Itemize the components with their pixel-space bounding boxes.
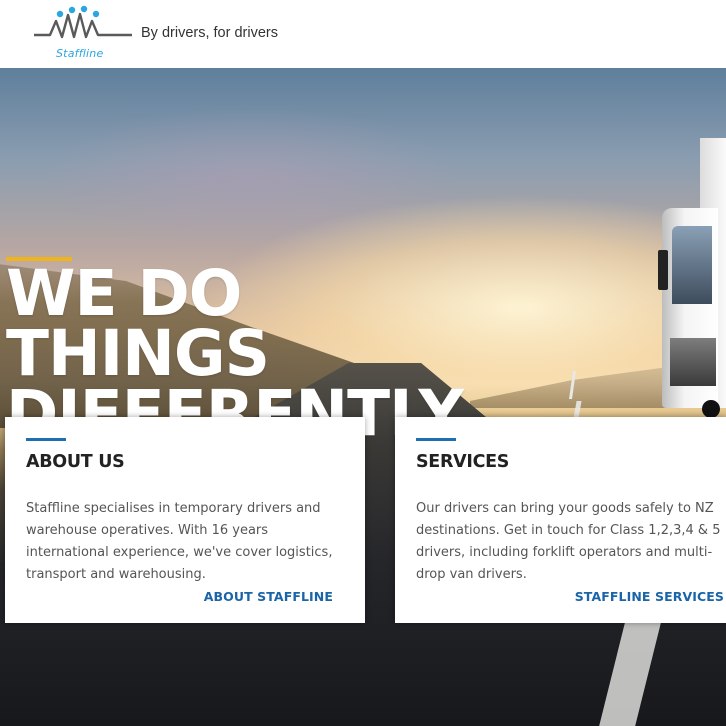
- card-body: Our drivers can bring your goods safely …: [416, 501, 721, 582]
- card-title: ABOUT US: [26, 452, 125, 472]
- staffline-services-link[interactable]: STAFFLINE SERVICES: [575, 589, 724, 604]
- card-body: Staffline specialises in temporary drive…: [26, 501, 333, 582]
- truck-image: [658, 138, 726, 418]
- about-us-card: ABOUT US Staffline specialises in tempor…: [5, 417, 365, 623]
- site-header: Staffline By drivers, for drivers: [0, 0, 726, 68]
- site-tagline: By drivers, for drivers: [141, 25, 278, 41]
- logo-wordmark: Staffline: [56, 47, 104, 60]
- card-accent-bar: [416, 438, 456, 441]
- headline-line-1: WE DO: [6, 257, 242, 330]
- headline-line-2: THINGS: [6, 317, 270, 390]
- staffline-logo[interactable]: Staffline: [32, 4, 140, 62]
- card-accent-bar: [26, 438, 66, 441]
- logo-heartbeat-icon: [34, 5, 132, 39]
- about-staffline-link[interactable]: ABOUT STAFFLINE: [204, 589, 333, 604]
- hero-banner: WE DO THINGS DIFFERENTLY ABOUT US Staffl…: [0, 68, 726, 726]
- services-card: SERVICES Our drivers can bring your good…: [395, 417, 726, 623]
- card-title: SERVICES: [416, 452, 510, 472]
